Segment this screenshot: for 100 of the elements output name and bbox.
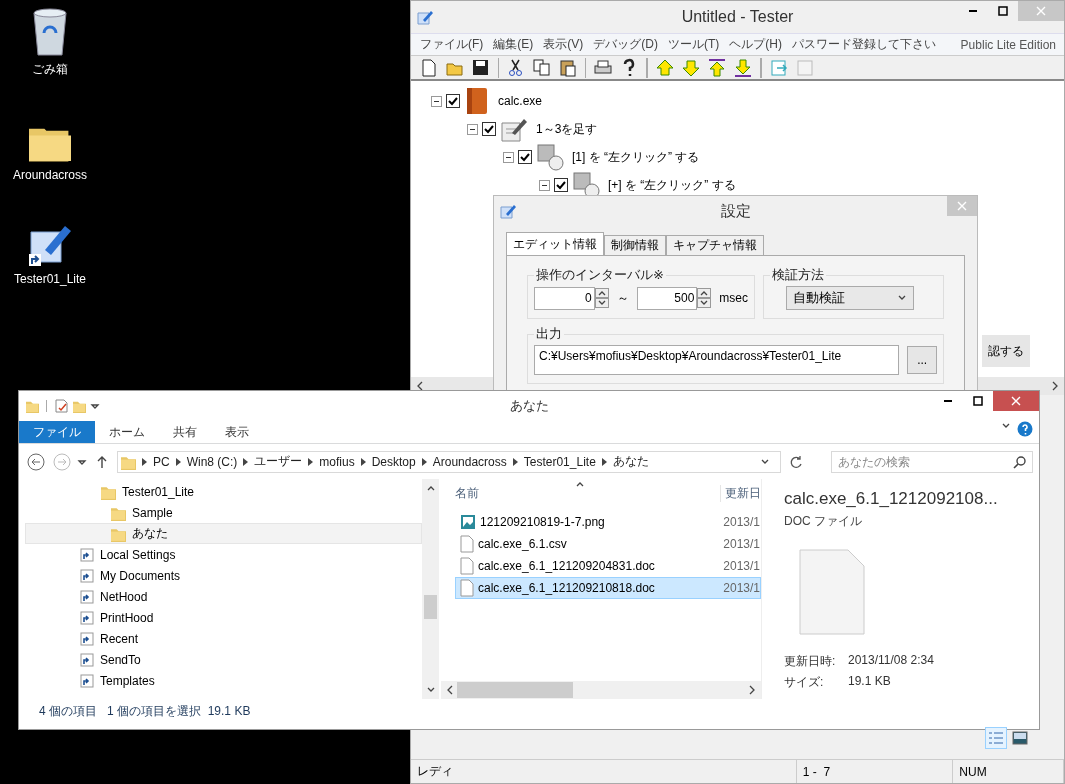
interval-from-field[interactable]: 0 — [534, 286, 595, 310]
file-date: 2013/1 — [723, 559, 760, 573]
collapse-icon[interactable] — [431, 95, 442, 107]
collapse-icon[interactable] — [467, 123, 478, 135]
file-icon — [460, 579, 474, 597]
window-title: Untitled - Tester — [680, 8, 795, 26]
output-path-field[interactable]: C:¥Users¥mofius¥Desktop¥Aroundacross¥Tester01_Lite — [534, 345, 900, 375]
address-bar[interactable]: PC Win8 (C:) ユーザー mofius Desktop Aroundacross Tester01_Lite あなた — [117, 450, 781, 473]
range-separator: ～ — [616, 289, 629, 307]
desktop-icon-label[interactable]: Aroundacross — [12, 168, 87, 182]
file-date: 2013/1 — [723, 515, 760, 529]
tree-item-label[interactable]: 1～3を足す — [536, 120, 598, 138]
vertical-scrollbar[interactable] — [422, 479, 439, 699]
interval-to-field[interactable]: 500 — [636, 286, 698, 310]
window-title: あなた — [508, 397, 550, 415]
file-row[interactable]: calc.exe_6.1_121209210818.doc 2013/1 — [455, 577, 761, 599]
breadcrumb-item[interactable]: Aroundacross — [432, 454, 507, 469]
spin-up-button[interactable] — [594, 288, 609, 298]
collapse-icon[interactable] — [503, 151, 514, 163]
breadcrumb-item[interactable]: あなた — [612, 453, 649, 470]
menu-item[interactable]: デバッグ(D) — [588, 36, 663, 53]
breadcrumb-item[interactable]: PC — [153, 454, 170, 469]
file-row[interactable]: calc.exe_6.1.csv 2013/1 — [455, 533, 761, 555]
nav-item[interactable]: あなた — [25, 523, 422, 544]
status-text: 4 個の項目 — [39, 702, 97, 720]
nav-item[interactable]: PrintHood — [25, 607, 422, 628]
up-arrow-icon — [655, 57, 675, 78]
tree-item-label[interactable]: calc.exe — [498, 94, 543, 108]
checkbox[interactable] — [554, 178, 568, 192]
spin-down-button[interactable] — [697, 298, 712, 308]
shortcut-icon — [80, 610, 94, 625]
horizontal-scrollbar[interactable] — [441, 681, 761, 699]
breadcrumb-item[interactable]: Win8 (C:) — [186, 454, 238, 469]
breadcrumb-item[interactable]: Desktop — [371, 454, 416, 469]
back-button[interactable] — [25, 450, 47, 473]
preview-file-type: DOC ファイル — [784, 513, 863, 530]
confirm-button[interactable]: 認する — [982, 335, 1030, 367]
property-label: 更新日時: — [784, 653, 837, 670]
nav-item[interactable]: Local Settings — [25, 544, 422, 565]
menu-item[interactable]: ヘルプ(H) — [724, 36, 787, 53]
file-row[interactable]: calc.exe_6.1_121209204831.doc 2013/1 — [455, 555, 761, 577]
ribbon-tab[interactable]: ファイル — [19, 421, 95, 443]
dialog-tab[interactable]: エディット情報 — [506, 232, 604, 256]
breadcrumb-item[interactable]: ユーザー — [254, 453, 303, 470]
nav-item[interactable]: Recent — [25, 628, 422, 649]
breadcrumb-item[interactable]: Tester01_Lite — [523, 454, 596, 469]
close-icon — [957, 201, 967, 211]
scroll-thumb[interactable] — [457, 682, 573, 698]
browse-button[interactable]: ... — [907, 346, 937, 374]
dialog-tab[interactable]: 制御情報 — [604, 235, 666, 256]
nav-item[interactable]: Sample — [25, 502, 422, 523]
tree-item-label[interactable]: [1] を “左クリック” する — [572, 148, 700, 166]
verify-method-select[interactable]: 自動検証 — [786, 286, 914, 310]
close-icon — [1011, 396, 1021, 406]
status-text: 1 個の項目を選択 19.1 KB — [107, 702, 251, 720]
menu-item[interactable]: 編集(E) — [488, 36, 539, 53]
dialog-tab[interactable]: キャプチャ情報 — [666, 235, 764, 256]
scroll-thumb[interactable] — [424, 595, 437, 619]
status-text: NUM — [953, 760, 1064, 783]
checkbox[interactable] — [482, 122, 496, 136]
breadcrumb-item[interactable]: mofius — [319, 454, 355, 469]
collapse-icon[interactable] — [539, 179, 550, 191]
blank-icon — [795, 57, 815, 78]
desktop-icon-label[interactable]: Tester01_Lite — [13, 272, 86, 286]
file-icon — [460, 557, 474, 575]
nav-item[interactable]: My Documents — [25, 565, 422, 586]
property-value: 19.1 KB — [848, 674, 892, 690]
spin-up-button[interactable] — [697, 288, 712, 298]
spin-down-button[interactable] — [594, 298, 609, 308]
unit-label: msec — [719, 291, 748, 305]
file-name: calc.exe_6.1_121209210818.doc — [478, 581, 655, 595]
nav-item[interactable]: SendTo — [25, 649, 422, 670]
move-top-icon — [707, 57, 727, 78]
preview-title: calc.exe_6.1_1212092108... — [784, 489, 999, 509]
column-header[interactable]: 更新日 — [720, 484, 761, 502]
checkbox[interactable] — [518, 150, 532, 164]
menu-item[interactable]: パスワード登録して下さい — [787, 36, 941, 53]
menu-item[interactable]: ファイル(F) — [415, 36, 489, 53]
down-arrow-icon — [681, 57, 701, 78]
breadcrumb-arrow-icon — [421, 457, 427, 466]
breadcrumb-arrow-icon — [308, 457, 314, 466]
minimize-icon — [943, 400, 953, 402]
nav-item[interactable]: Tester01_Lite — [25, 481, 422, 502]
property-label: サイズ: — [784, 674, 825, 691]
new-file-icon — [419, 57, 439, 78]
breadcrumb-arrow-icon — [142, 457, 147, 466]
nav-item[interactable]: Templates — [25, 670, 422, 691]
file-row[interactable]: 121209210819-1-7.png 2013/1 — [455, 511, 761, 533]
search-field[interactable]: あなたの検索 — [831, 450, 1033, 473]
shortcut-icon — [80, 631, 94, 646]
desktop-icon-label[interactable]: ごみ箱 — [32, 61, 68, 78]
nav-item[interactable]: NetHood — [25, 586, 422, 607]
up-arrow-icon — [96, 454, 108, 469]
column-header[interactable]: 名前 — [455, 484, 479, 502]
shortcut-icon — [80, 547, 94, 562]
checkbox[interactable] — [446, 94, 460, 108]
menu-item[interactable]: 表示(V) — [538, 36, 589, 53]
status-text: レディ — [411, 760, 797, 783]
tree-item-label[interactable]: [+] を “左クリック” する — [608, 176, 736, 194]
menu-item[interactable]: ツール(T) — [663, 36, 725, 53]
